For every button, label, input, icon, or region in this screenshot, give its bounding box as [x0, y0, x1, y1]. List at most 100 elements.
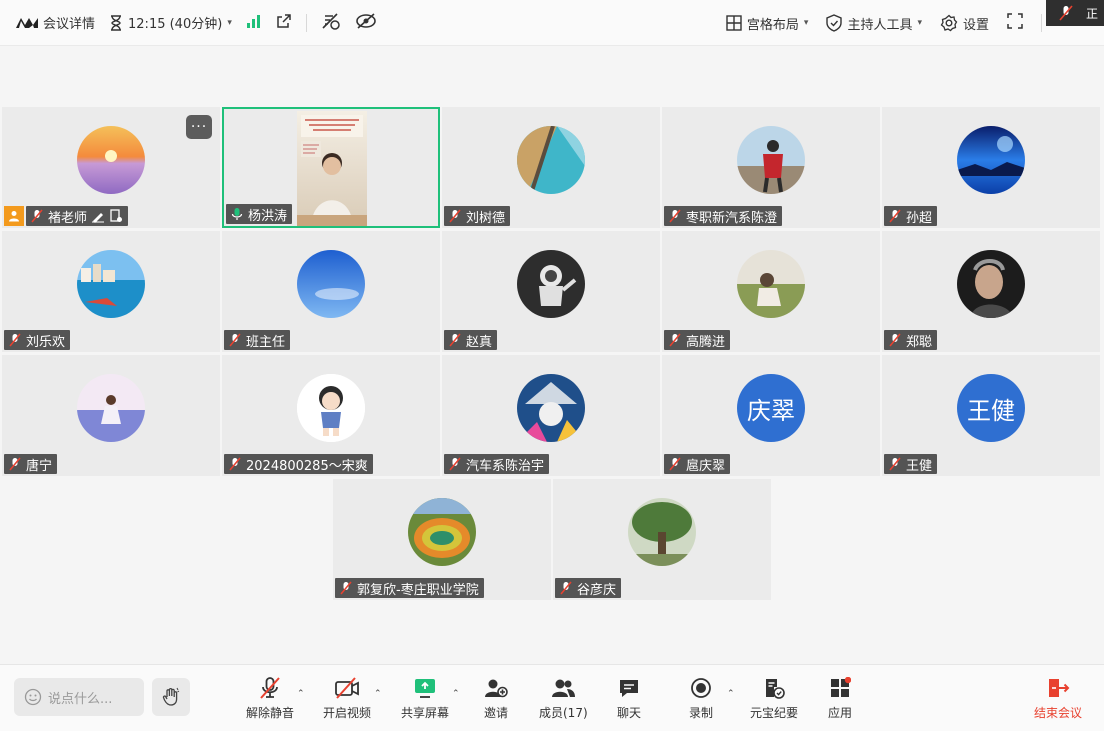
name-tag: 褚老师: [26, 206, 129, 226]
participant-tile[interactable]: 刘树德: [442, 107, 660, 228]
mic-muted-icon: [449, 209, 461, 223]
avatar: [77, 126, 145, 194]
corner-text: 正: [1085, 6, 1098, 21]
ai-minutes-button[interactable]: 元宝纪要: [750, 675, 798, 721]
participant-grid: ··· 褚老师 杨洪涛 刘树德 枣职新汽系陈澄 孙超 刘乐欢 班主任 赵真 高腾…: [0, 46, 1104, 664]
participant-name: 唐宁: [26, 458, 53, 474]
hand-icon: [162, 687, 180, 706]
start-video-button[interactable]: 开启视频: [323, 675, 371, 721]
timer-dropdown[interactable]: 12:15 (40分钟) ▾: [109, 13, 232, 32]
participant-tile[interactable]: 郑聪: [882, 231, 1100, 352]
participant-name: 2024800285～宋爽: [246, 458, 368, 474]
chat-input[interactable]: 说点什么...: [14, 678, 144, 716]
person-icon: [9, 211, 19, 222]
participant-tile[interactable]: 高腾进: [662, 231, 880, 352]
host-tools-label: 主持人工具: [847, 17, 913, 33]
name-tag: 高腾进: [664, 330, 731, 350]
mic-muted-icon: [340, 581, 352, 595]
avatar: [517, 374, 585, 442]
name-tag: 2024800285～宋爽: [224, 454, 373, 474]
annotate-pen-icon: [92, 213, 105, 223]
mic-muted-icon: [889, 457, 901, 471]
participant-name: 赵真: [466, 334, 493, 350]
audio-settings-icon[interactable]: [321, 12, 341, 34]
chat-bubble-icon: [620, 680, 638, 697]
participant-tile-active[interactable]: 杨洪涛: [222, 107, 440, 228]
mic-muted-icon: [9, 333, 21, 347]
mic-muted-icon: [31, 209, 43, 223]
participant-tile[interactable]: 谷彦庆: [553, 479, 771, 600]
participant-tile[interactable]: 刘乐欢: [2, 231, 220, 352]
chevron-up-icon[interactable]: ⌃: [452, 689, 460, 699]
chat-button[interactable]: 聊天: [617, 675, 641, 721]
avatar: [408, 498, 476, 566]
hourglass-icon: [111, 14, 122, 31]
participant-tile[interactable]: 汽车系陈治宇: [442, 355, 660, 476]
name-tag: 杨洪涛: [226, 204, 293, 224]
participant-name: 郑聪: [906, 334, 933, 350]
mic-muted-icon: [449, 333, 461, 347]
members-button[interactable]: 成员(17): [539, 675, 588, 721]
participant-name: 谷彦庆: [577, 582, 617, 598]
unmute-button[interactable]: 解除静音: [246, 675, 294, 721]
minutes-document-icon: [766, 679, 785, 699]
mic-muted-icon: [669, 333, 681, 347]
meeting-details-button[interactable]: 会议详情: [16, 13, 95, 32]
participant-tile[interactable]: 庆翠 扈庆翠: [662, 355, 880, 476]
emoji-icon: [24, 688, 42, 706]
chat-label: 聊天: [617, 706, 642, 720]
hide-view-icon[interactable]: [355, 12, 377, 33]
participant-name: 高腾进: [686, 334, 726, 350]
participant-tile[interactable]: 枣职新汽系陈澄: [662, 107, 880, 228]
name-tag: 枣职新汽系陈澄: [664, 206, 783, 226]
participant-tile[interactable]: 班主任: [222, 231, 440, 352]
participant-tile[interactable]: 王健 王健: [882, 355, 1100, 476]
participant-tile[interactable]: ··· 褚老师: [2, 107, 220, 228]
participant-tile[interactable]: 孙超: [882, 107, 1100, 228]
corner-status-badge: 正: [1046, 0, 1104, 26]
record-button[interactable]: 录制: [689, 675, 713, 721]
chevron-down-icon: ▾: [917, 18, 922, 28]
end-meeting-button[interactable]: 结束会议: [1034, 675, 1082, 721]
chevron-up-icon[interactable]: ⌃: [297, 689, 305, 699]
shield-check-icon: [826, 14, 843, 32]
ai-minutes-label: 元宝纪要: [750, 706, 799, 720]
participant-name: 孙超: [906, 210, 933, 226]
unmute-label: 解除静音: [246, 706, 295, 720]
chevron-up-icon[interactable]: ⌃: [374, 689, 382, 699]
mic-muted-icon: [449, 457, 461, 471]
settings-button[interactable]: 设置: [940, 14, 989, 33]
participant-tile[interactable]: 郭复欣-枣庄职业学院: [333, 479, 551, 600]
participant-tile[interactable]: 2024800285～宋爽: [222, 355, 440, 476]
share-screen-button[interactable]: 共享屏幕: [401, 675, 449, 721]
more-options-button[interactable]: ···: [186, 115, 212, 139]
avatar: [77, 250, 145, 318]
name-tag: 刘树德: [444, 206, 511, 226]
host-tools-dropdown[interactable]: 主持人工具 ▾: [826, 14, 922, 33]
name-tag: 郑聪: [884, 330, 938, 350]
external-window-icon[interactable]: [276, 13, 292, 33]
raise-hand-button[interactable]: [152, 678, 190, 716]
invite-button[interactable]: 邀请: [484, 675, 508, 721]
avatar: [517, 250, 585, 318]
layout-dropdown[interactable]: 宫格布局 ▾: [726, 14, 808, 33]
chevron-up-icon[interactable]: ⌃: [727, 689, 735, 699]
mic-muted-icon: [889, 333, 901, 347]
mic-muted-icon: [229, 333, 241, 347]
name-tag: 刘乐欢: [4, 330, 71, 350]
video-feed: [297, 111, 367, 226]
participant-name: 扈庆翠: [686, 458, 726, 474]
participant-name: 杨洪涛: [248, 208, 288, 224]
participant-name: 刘树德: [466, 210, 506, 226]
avatar: [628, 498, 696, 566]
participant-tile[interactable]: 唐宁: [2, 355, 220, 476]
avatar: [297, 250, 365, 318]
signal-strength-icon[interactable]: [246, 14, 262, 32]
fullscreen-icon[interactable]: [1007, 13, 1023, 33]
name-tag: 谷彦庆: [555, 578, 622, 598]
apps-button[interactable]: 应用: [828, 675, 852, 721]
document-icon: [110, 209, 123, 222]
host-badge: [4, 206, 24, 226]
participant-tile[interactable]: 赵真: [442, 231, 660, 352]
add-person-icon: [485, 679, 508, 698]
